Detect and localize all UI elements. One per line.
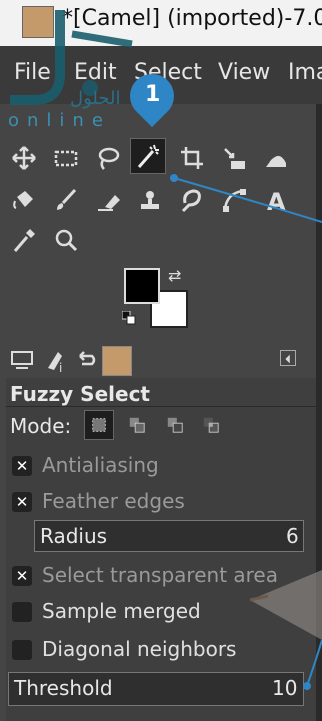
images-tab-icon[interactable]	[102, 346, 132, 376]
svg-text:i: i	[59, 361, 62, 374]
device-status-tab-icon[interactable]: i	[42, 346, 70, 375]
radius-label: Radius	[40, 524, 108, 548]
unified-transform-tool-icon[interactable]	[216, 140, 252, 176]
tool-options-title: Fuzzy Select	[10, 382, 150, 406]
sample-merged-label: Sample merged	[42, 599, 201, 623]
callout-badge-number: 1	[145, 82, 161, 107]
divider	[6, 406, 316, 407]
mode-add-icon[interactable]	[122, 410, 152, 440]
crop-tool-icon[interactable]	[174, 140, 210, 176]
tool-options-tab-icon[interactable]	[8, 346, 36, 374]
watermark-arabic: الحلول	[70, 88, 121, 109]
mode-subtract-icon[interactable]	[160, 410, 190, 440]
threshold-value[interactable]: 10	[272, 676, 297, 700]
color-picker-tool-icon[interactable]	[6, 222, 42, 258]
menu-view[interactable]: View	[218, 60, 270, 85]
threshold-label: Threshold	[14, 676, 113, 700]
canvas-edge	[316, 104, 322, 721]
watermark-latin: online	[8, 110, 111, 131]
warp-transform-tool-icon[interactable]	[258, 140, 294, 176]
foreground-color-swatch[interactable]	[124, 268, 160, 304]
select-transparent-label: Select transparent area	[42, 563, 278, 587]
feather-edges-label: Feather edges	[42, 489, 185, 513]
swap-colors-icon[interactable]: ⇄	[168, 266, 181, 285]
paths-tool-icon[interactable]	[216, 182, 252, 218]
sample-merged-checkbox[interactable]	[12, 602, 32, 622]
configure-tab-icon[interactable]	[280, 350, 296, 366]
eraser-tool-icon[interactable]	[90, 182, 126, 218]
default-colors-icon[interactable]	[121, 310, 136, 325]
diagonal-neighbors-label: Diagonal neighbors	[42, 637, 237, 661]
rect-select-tool-icon[interactable]	[48, 140, 84, 176]
select-transparent-checkbox[interactable]: ✕	[12, 566, 32, 586]
antialiasing-checkbox[interactable]: ✕	[12, 456, 32, 476]
mode-replace-icon[interactable]	[84, 410, 114, 440]
antialiasing-label: Antialiasing	[42, 453, 159, 477]
mode-label: Mode:	[10, 414, 72, 438]
move-tool-icon[interactable]	[6, 140, 42, 176]
mode-intersect-icon[interactable]	[196, 410, 226, 440]
zoom-tool-icon[interactable]	[48, 222, 84, 258]
fuzzy-select-tool-icon[interactable]	[130, 138, 166, 174]
undo-history-tab-icon[interactable]	[72, 346, 100, 374]
diagonal-neighbors-checkbox[interactable]	[12, 640, 32, 660]
clone-tool-icon[interactable]	[132, 182, 168, 218]
bucket-fill-tool-icon[interactable]	[6, 182, 42, 218]
paintbrush-tool-icon[interactable]	[48, 182, 84, 218]
text-tool-icon[interactable]: A	[258, 182, 294, 218]
lasso-tool-icon[interactable]	[90, 140, 126, 176]
menu-image[interactable]: Ima	[288, 60, 322, 85]
radius-value[interactable]: 6	[286, 524, 299, 548]
smudge-tool-icon[interactable]	[174, 182, 210, 218]
feather-edges-checkbox[interactable]: ✕	[12, 492, 32, 512]
svg-text:A: A	[267, 188, 286, 213]
